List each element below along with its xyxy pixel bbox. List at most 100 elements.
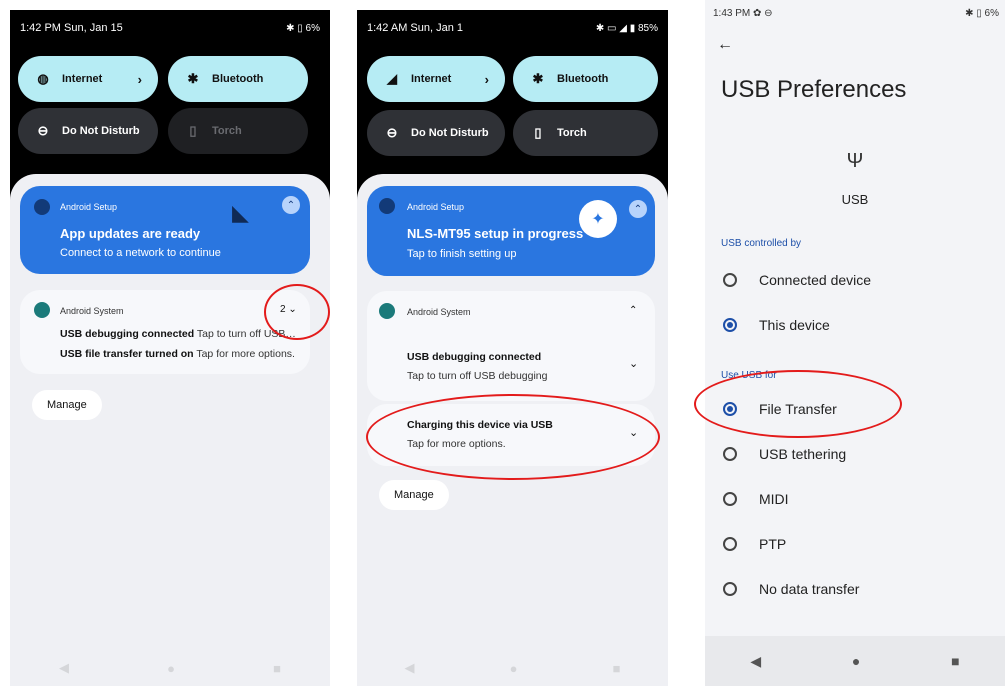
radio-button[interactable] bbox=[723, 537, 737, 551]
radio-label: USB tethering bbox=[759, 446, 847, 462]
phone-screen-3: 1:43 PM ✿ ⊖ ✱ ▯ 6% ← USB Preferences Ψ U… bbox=[705, 0, 1005, 686]
radio-label: This device bbox=[759, 317, 830, 333]
nav-bar: ◀ ● ■ bbox=[10, 650, 330, 686]
radio-button-selected[interactable] bbox=[723, 318, 737, 332]
radio-usb-tethering[interactable]: USB tethering bbox=[723, 446, 846, 462]
row-usb-file-transfer[interactable]: USB file transfer turned on Tap for more… bbox=[60, 348, 295, 360]
radio-label: PTP bbox=[759, 536, 787, 552]
back-icon[interactable]: ◀ bbox=[750, 653, 761, 670]
recents-icon[interactable]: ■ bbox=[273, 661, 281, 676]
tile-torch-label: Torch bbox=[557, 127, 587, 139]
setup-app-name: Android Setup bbox=[407, 202, 465, 212]
status-bar: 1:43 PM ✿ ⊖ ✱ ▯ 6% bbox=[713, 8, 999, 19]
row2-text: Tap for more options. bbox=[196, 348, 295, 360]
highlight-oval-count bbox=[264, 284, 330, 340]
radio-button[interactable] bbox=[723, 447, 737, 461]
tile-bluetooth-label: Bluetooth bbox=[557, 73, 609, 85]
tile-bluetooth[interactable]: ✱ Bluetooth bbox=[168, 56, 308, 102]
nav-bar: ◀ ● ■ bbox=[705, 636, 1005, 686]
setup-notification[interactable]: Android Setup NLS-MT95 setup in progress… bbox=[367, 186, 655, 276]
signal-icon: ◢ bbox=[387, 71, 397, 86]
tile-do-not-disturb[interactable]: ⊖ Do Not Disturb bbox=[367, 110, 505, 156]
highlight-oval-file-transfer bbox=[694, 370, 902, 438]
tile-torch[interactable]: ▯ Torch bbox=[513, 110, 658, 156]
radio-midi[interactable]: MIDI bbox=[723, 491, 789, 507]
system-notification: Android System ⌃ USB debugging connected… bbox=[367, 291, 655, 401]
bluetooth-icon: ✱ bbox=[532, 71, 544, 86]
status-icons: ✱ ▯ 6% bbox=[286, 22, 320, 34]
back-icon[interactable]: ◀ bbox=[59, 660, 69, 676]
collapse-icon[interactable]: ⌃ bbox=[282, 196, 300, 214]
magic-wand-icon: ✦ bbox=[579, 200, 617, 238]
controlled-by-header: USB controlled by bbox=[721, 238, 802, 249]
tile-internet-label: Internet bbox=[411, 73, 452, 85]
usb-label: USB bbox=[841, 192, 869, 207]
setup-gear-icon bbox=[379, 198, 395, 214]
home-icon[interactable]: ● bbox=[510, 661, 518, 676]
debug-text: Tap to turn off USB debugging bbox=[407, 370, 548, 382]
status-bar: 1:42 AM Sun, Jan 1 ✱ ▭ ◢ ▮ 85% bbox=[357, 10, 668, 46]
manage-button[interactable]: Manage bbox=[32, 390, 102, 420]
highlight-oval-charging bbox=[366, 394, 660, 480]
home-icon[interactable]: ● bbox=[167, 661, 175, 676]
chevron-right-icon: › bbox=[137, 71, 142, 87]
collapse-icon[interactable]: ⌃ bbox=[629, 200, 647, 218]
recents-icon[interactable]: ■ bbox=[951, 653, 959, 669]
tile-bluetooth-label: Bluetooth bbox=[212, 73, 264, 85]
usb-icon: Ψ bbox=[846, 150, 864, 172]
status-bar: 1:42 PM Sun, Jan 15 ✱ ▯ 6% bbox=[10, 10, 330, 46]
system-gear-icon bbox=[34, 302, 50, 318]
radio-button[interactable] bbox=[723, 492, 737, 506]
row2-bold: USB file transfer turned on bbox=[60, 348, 194, 360]
radio-button[interactable] bbox=[723, 273, 737, 287]
status-time: 1:42 PM Sun, Jan 15 bbox=[20, 22, 123, 34]
home-icon[interactable]: ● bbox=[852, 653, 860, 669]
page-title: USB Preferences bbox=[721, 76, 907, 103]
row-usb-debugging[interactable]: USB debugging connected Tap to turn off … bbox=[60, 328, 304, 340]
status-icons: ✱ ▭ ◢ ▮ 85% bbox=[595, 22, 658, 34]
setup-text: Connect to a network to continue bbox=[60, 247, 221, 259]
setup-title: NLS-MT95 setup in progress bbox=[407, 226, 584, 241]
recents-icon[interactable]: ■ bbox=[613, 661, 621, 676]
radio-button[interactable] bbox=[723, 582, 737, 596]
radio-this-device[interactable]: This device bbox=[723, 317, 830, 333]
wifi-off-icon: ◣ bbox=[232, 200, 249, 225]
collapse-group-icon[interactable]: ⌃ bbox=[629, 305, 637, 316]
expand-debug-icon[interactable]: ⌄ bbox=[629, 357, 638, 370]
torch-icon: ▯ bbox=[534, 125, 542, 140]
setup-app-name: Android Setup bbox=[60, 202, 118, 212]
setup-gear-icon bbox=[34, 199, 50, 215]
system-gear-icon bbox=[379, 303, 395, 319]
tile-internet[interactable]: ◍ Internet › bbox=[18, 56, 158, 102]
back-icon[interactable]: ◀ bbox=[405, 660, 415, 676]
tile-torch[interactable]: ▯ Torch bbox=[168, 108, 308, 154]
dnd-icon: ⊖ bbox=[37, 123, 49, 138]
setup-title: App updates are ready bbox=[60, 226, 201, 241]
globe-icon: ◍ bbox=[37, 71, 49, 86]
status-time: 1:43 PM ✿ ⊖ bbox=[713, 8, 773, 19]
manage-button[interactable]: Manage bbox=[379, 480, 449, 510]
radio-connected-device[interactable]: Connected device bbox=[723, 272, 871, 288]
tile-do-not-disturb[interactable]: ⊖ Do Not Disturb bbox=[18, 108, 158, 154]
setup-notification[interactable]: Android Setup App updates are ready Conn… bbox=[20, 186, 310, 274]
radio-label: Connected device bbox=[759, 272, 872, 288]
bluetooth-icon: ✱ bbox=[187, 71, 199, 86]
phone-screen-1: 1:42 PM Sun, Jan 15 ✱ ▯ 6% ◍ Internet › … bbox=[10, 10, 330, 686]
back-arrow-icon[interactable]: ← bbox=[717, 36, 733, 54]
torch-icon: ▯ bbox=[189, 123, 197, 138]
tile-internet[interactable]: ◢ Internet › bbox=[367, 56, 505, 102]
tile-dnd-label: Do Not Disturb bbox=[411, 127, 489, 139]
chevron-right-icon: › bbox=[484, 71, 489, 87]
tile-bluetooth[interactable]: ✱ Bluetooth bbox=[513, 56, 658, 102]
radio-no-data-transfer[interactable]: No data transfer bbox=[723, 581, 859, 597]
phone-screen-2: 1:42 AM Sun, Jan 1 ✱ ▭ ◢ ▮ 85% ◢ Interne… bbox=[357, 10, 668, 686]
radio-label: No data transfer bbox=[759, 581, 860, 597]
nav-bar: ◀ ● ■ bbox=[357, 650, 668, 686]
notification-shade: Android Setup App updates are ready Conn… bbox=[10, 174, 330, 686]
radio-label: MIDI bbox=[759, 491, 789, 507]
dnd-icon: ⊖ bbox=[386, 125, 398, 140]
system-app-name: Android System bbox=[60, 306, 124, 316]
tile-internet-label: Internet bbox=[62, 73, 103, 85]
row1-bold: USB debugging connected bbox=[60, 328, 195, 340]
radio-ptp[interactable]: PTP bbox=[723, 536, 786, 552]
